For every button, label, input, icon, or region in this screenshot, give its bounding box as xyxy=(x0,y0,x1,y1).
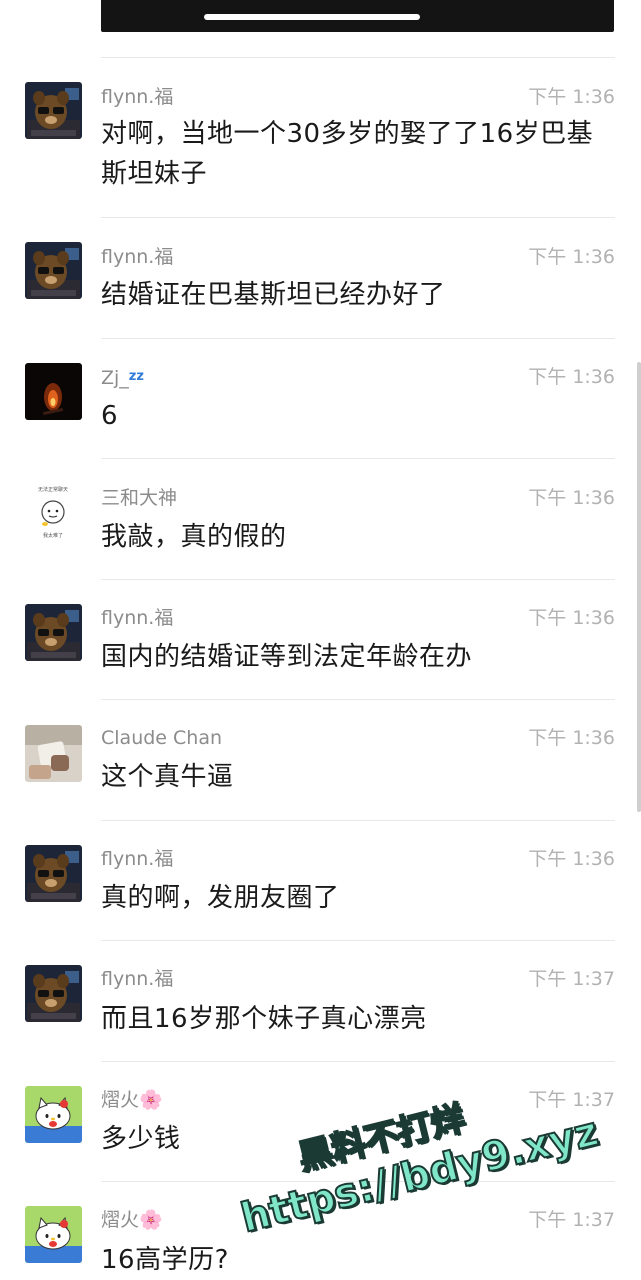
dog-avatar-icon xyxy=(25,82,82,139)
sender-name-text: 熠火 xyxy=(101,1209,140,1231)
avatar[interactable] xyxy=(25,82,82,139)
avatar[interactable] xyxy=(25,363,82,420)
divider xyxy=(101,940,615,941)
avatar[interactable] xyxy=(25,242,82,299)
chat-screen: flynn.福 下午 1:36 对啊，当地一个30多岁的娶了了16岁巴基斯坦妹子… xyxy=(0,0,641,1280)
cherry-blossom-icon: 🌸 xyxy=(139,1209,163,1231)
message-text: 我敲，真的假的 xyxy=(101,522,287,552)
sleep-zzz-icon: zz xyxy=(128,369,144,384)
message-text: 6 xyxy=(101,401,119,431)
cartoon-meme-avatar-icon: 无法正常聊天 我太难了 xyxy=(25,484,82,541)
sender-name-text: Zj_ xyxy=(101,367,129,389)
divider xyxy=(101,699,615,700)
sender-name[interactable]: 三和大神 xyxy=(101,486,177,510)
timestamp: 下午 1:37 xyxy=(528,1089,615,1111)
dog-avatar-icon xyxy=(25,965,82,1022)
timestamp: 下午 1:36 xyxy=(528,246,615,268)
avatar[interactable] xyxy=(25,845,82,902)
avatar[interactable] xyxy=(25,965,82,1022)
sender-name[interactable]: flynn.福 xyxy=(101,606,173,630)
hello-kitty-avatar-icon xyxy=(25,1086,82,1143)
sender-name[interactable]: flynn.福 xyxy=(101,245,173,269)
meme-caption: 我太难了 xyxy=(43,532,63,539)
cherry-blossom-icon: 🌸 xyxy=(139,1089,163,1111)
divider xyxy=(101,338,615,339)
divider xyxy=(101,57,615,58)
sender-name[interactable]: 熠火🌸 xyxy=(101,1208,163,1232)
avatar[interactable]: 无法正常聊天 我太难了 xyxy=(25,484,82,541)
message-text: 16高学历? xyxy=(101,1245,229,1275)
sender-name[interactable]: flynn.福 xyxy=(101,967,173,991)
photo-avatar-icon xyxy=(25,725,82,782)
message-text: 多少钱 xyxy=(101,1124,181,1154)
sender-name[interactable]: 熠火🌸 xyxy=(101,1088,163,1112)
divider xyxy=(101,820,615,821)
timestamp: 下午 1:36 xyxy=(528,727,615,749)
timestamp: 下午 1:36 xyxy=(528,607,615,629)
message-text: 结婚证在巴基斯坦已经办好了 xyxy=(101,280,446,310)
message-text: 而且16岁那个妹子真心漂亮 xyxy=(101,1004,427,1034)
sender-name[interactable]: Zj_zz xyxy=(101,365,144,390)
dog-avatar-icon xyxy=(25,604,82,661)
sender-name-text: 熠火 xyxy=(101,1089,140,1111)
sender-name[interactable]: flynn.福 xyxy=(101,85,173,109)
timestamp: 下午 1:37 xyxy=(528,1209,615,1231)
divider xyxy=(101,579,615,580)
message-text: 真的啊，发朋友圈了 xyxy=(101,883,340,913)
avatar[interactable] xyxy=(25,1086,82,1143)
hello-kitty-avatar-icon xyxy=(25,1206,82,1263)
avatar[interactable] xyxy=(25,1206,82,1263)
dog-avatar-icon xyxy=(25,242,82,299)
divider xyxy=(101,217,615,218)
timestamp: 下午 1:36 xyxy=(528,366,615,388)
timestamp: 下午 1:36 xyxy=(528,86,615,108)
message-text: 这个真牛逼 xyxy=(101,762,234,792)
message-text: 对啊，当地一个30多岁的娶了了16岁巴基斯坦妹子 xyxy=(101,119,594,189)
message-text: 国内的结婚证等到法定年龄在办 xyxy=(101,642,473,672)
dog-avatar-icon xyxy=(25,845,82,902)
progress-bar xyxy=(204,14,420,20)
scrollbar[interactable] xyxy=(637,362,641,812)
divider xyxy=(101,1181,615,1182)
avatar[interactable] xyxy=(25,604,82,661)
divider xyxy=(101,458,615,459)
avatar[interactable] xyxy=(25,725,82,782)
sender-name[interactable]: Claude Chan xyxy=(101,726,222,750)
sender-name[interactable]: flynn.福 xyxy=(101,847,173,871)
divider xyxy=(101,1061,615,1062)
timestamp: 下午 1:36 xyxy=(528,487,615,509)
timestamp: 下午 1:37 xyxy=(528,968,615,990)
media-preview-card[interactable] xyxy=(101,0,614,32)
campfire-avatar-icon xyxy=(25,363,82,420)
timestamp: 下午 1:36 xyxy=(528,848,615,870)
meme-caption: 无法正常聊天 xyxy=(38,486,68,493)
